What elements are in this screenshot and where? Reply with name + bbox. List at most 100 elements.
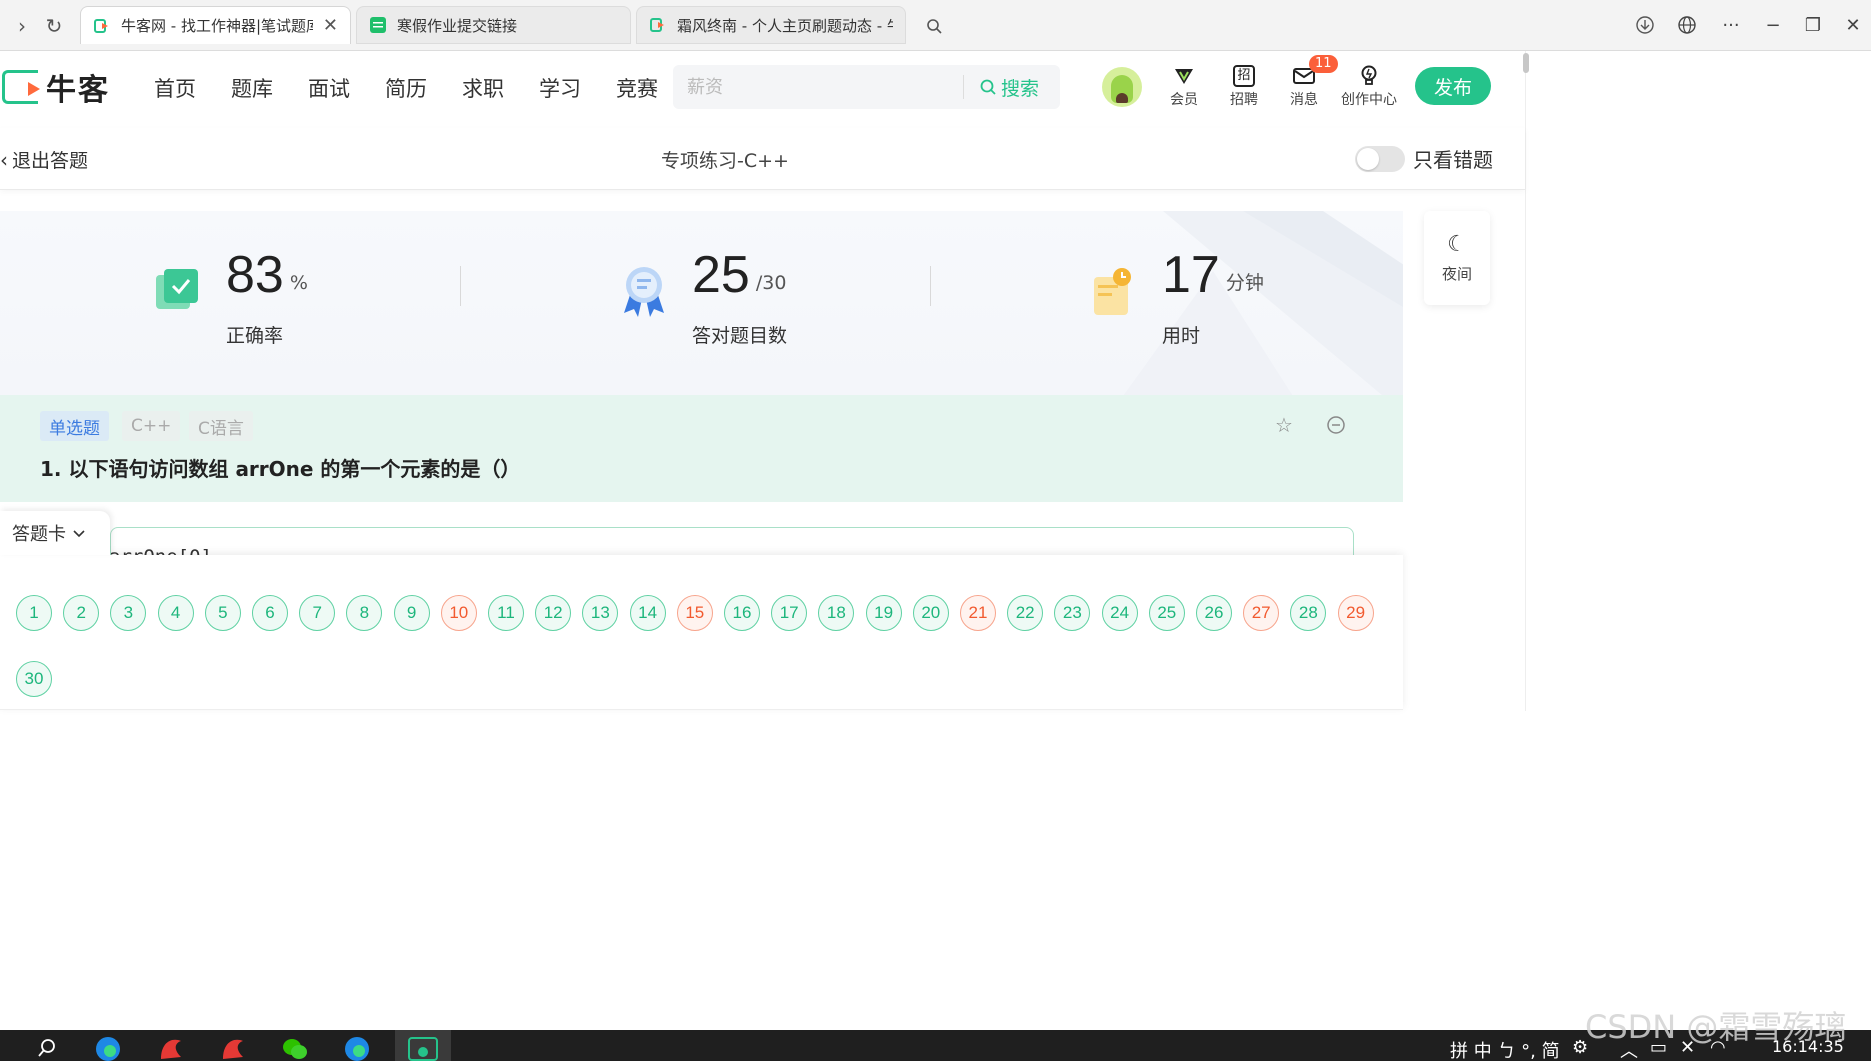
app-red-icon-2[interactable] (218, 1035, 248, 1061)
nav-jobs[interactable]: 求职 (462, 73, 504, 103)
nowcoder-logo[interactable]: 牛客 (2, 65, 110, 109)
answer-card-item[interactable]: 9 (393, 595, 430, 631)
tag-c-language[interactable]: C语言 (189, 411, 253, 441)
answer-card-item[interactable]: 5 (204, 595, 241, 631)
tab-nowcoder[interactable]: 牛客网 - 找工作神器|笔试题库 ✕ (80, 6, 351, 44)
app-red-icon[interactable] (156, 1035, 186, 1061)
answer-card-item[interactable]: 1 (16, 595, 52, 631)
nav-learn[interactable]: 学习 (539, 73, 581, 103)
accuracy-unit: % (289, 272, 308, 294)
forward-icon[interactable]: › (8, 12, 36, 40)
wrong-only-toggle[interactable] (1355, 145, 1405, 172)
taskbar-active-app[interactable] (395, 1030, 451, 1061)
answer-card-item[interactable]: 3 (110, 595, 147, 631)
logo-mark-icon (2, 70, 40, 104)
nav-interview[interactable]: 面试 (308, 73, 350, 103)
nav-home[interactable]: 首页 (154, 73, 196, 103)
input-method-tray[interactable]: 拼 中 ㄅ °, 简 (1450, 1037, 1560, 1061)
accuracy-value: 83 (226, 246, 284, 304)
answer-card-toggle[interactable]: 答题卡 (0, 511, 110, 555)
stat-divider (460, 266, 461, 306)
answer-card-item[interactable]: 18 (818, 595, 855, 631)
answer-card-item[interactable]: 16 (724, 595, 760, 631)
message-button[interactable]: 11 消息 (1274, 55, 1338, 109)
chevron-down-icon (72, 523, 86, 544)
close-window-icon[interactable]: ✕ (1836, 10, 1870, 40)
publish-button[interactable]: 发布 (1415, 67, 1491, 105)
close-tab-icon[interactable]: ✕ (323, 15, 338, 36)
nav-contest[interactable]: 竞赛 (616, 73, 658, 103)
tab-title: 牛客网 - 找工作神器|笔试题库 (121, 17, 313, 35)
edge-browser-icon-2[interactable] (342, 1035, 372, 1061)
search-input[interactable] (687, 65, 967, 109)
nav-question-bank[interactable]: 题库 (231, 73, 273, 103)
answer-card-item[interactable]: 15 (676, 595, 713, 631)
answer-card-item[interactable]: 11 (488, 595, 524, 631)
answer-card-item[interactable]: 10 (440, 595, 477, 631)
answer-card-item[interactable]: 6 (252, 595, 288, 631)
taskbar-search-icon[interactable] (32, 1035, 62, 1061)
search-divider (963, 75, 964, 99)
answer-card-item[interactable]: 26 (1196, 595, 1232, 631)
tag-cpp[interactable]: C++ (122, 411, 181, 441)
answer-card-item[interactable]: 14 (629, 595, 666, 631)
answer-card-item[interactable]: 17 (771, 595, 808, 631)
wrong-only-toggle-wrap: 只看错题 (1355, 144, 1493, 173)
answer-card-item[interactable]: 13 (582, 595, 619, 631)
answer-card-item[interactable]: 29 (1337, 595, 1374, 631)
favorite-star-icon[interactable]: ☆ (1271, 412, 1297, 438)
answer-card-item[interactable]: 12 (535, 595, 572, 631)
answer-card-item[interactable]: 28 (1290, 595, 1327, 631)
answer-card-item[interactable]: 21 (960, 595, 996, 631)
answer-card-item[interactable]: 23 (1054, 595, 1091, 631)
wechat-icon[interactable] (280, 1035, 310, 1061)
answer-card-item[interactable]: 2 (63, 595, 100, 631)
answer-card-item[interactable]: 7 (299, 595, 336, 631)
answer-card-panel: 1 2 3 4 5 6 7 8 9 10 11 12 13 14 15 16 17 18 19 20 21 22 23 24 2… (0, 555, 1403, 710)
answer-card-item[interactable]: 25 (1148, 595, 1185, 631)
recruit-icon: 招 (1233, 63, 1255, 89)
minimize-icon[interactable]: − (1756, 10, 1790, 40)
avatar[interactable] (1102, 67, 1142, 107)
tab-homework[interactable]: 寒假作业提交链接 (356, 6, 631, 44)
answer-card-item[interactable]: 24 (1101, 595, 1138, 631)
answer-card-item[interactable]: 27 (1243, 595, 1280, 631)
site-header: 牛客 首页 题库 面试 简历 求职 学习 竞赛 搜索 会员 招 招聘 (0, 51, 1525, 121)
more-icon[interactable]: ··· (1714, 10, 1748, 40)
wrong-only-label: 只看错题 (1413, 148, 1493, 172)
search-button-label: 搜索 (1001, 77, 1040, 100)
scrollbar-thumb[interactable] (1523, 53, 1529, 73)
night-mode-button[interactable]: ☾ 夜间 (1424, 211, 1490, 305)
refresh-icon[interactable]: ↻ (40, 12, 68, 40)
recruit-button[interactable]: 招 招聘 (1214, 63, 1274, 109)
time-used-unit: 分钟 (1225, 272, 1264, 294)
stat-accuracy: 83 % 正确率 (154, 247, 308, 348)
edge-browser-icon[interactable] (93, 1035, 123, 1061)
answer-card-item[interactable]: 19 (865, 595, 902, 631)
recruit-glyph: 招 (1233, 65, 1255, 87)
answer-card-item[interactable]: 20 (912, 595, 949, 631)
vip-button[interactable]: 会员 (1154, 63, 1214, 109)
answer-card-item[interactable]: 8 (346, 595, 383, 631)
csdn-watermark: CSDN @霜雪殇璃 (1585, 1008, 1847, 1046)
creator-center-button[interactable]: 创作中心 (1334, 63, 1404, 109)
nowcoder-favicon-icon (93, 17, 111, 35)
answer-card-item[interactable]: 4 (157, 595, 194, 631)
nav-resume[interactable]: 简历 (385, 73, 427, 103)
stat-correct-count: 25 /30 答对题目数 (620, 247, 787, 348)
main-nav: 首页 题库 面试 简历 求职 学习 竞赛 (154, 73, 693, 103)
globe-icon[interactable] (1670, 10, 1704, 40)
practice-title: 专项练习-C++ (661, 150, 789, 172)
search-icon (979, 78, 997, 96)
download-icon[interactable] (1628, 10, 1662, 40)
search-button[interactable]: 搜索 (979, 65, 1039, 109)
sheet-favicon-icon (369, 16, 387, 34)
browser-toolbar: › ↻ 牛客网 - 找工作神器|笔试题库 ✕ 寒假作业提交链接 霜风终南 - 个… (0, 0, 1871, 51)
remove-circle-icon[interactable] (1323, 412, 1349, 438)
answer-card-item[interactable]: 30 (16, 661, 52, 697)
result-stats-panel: 83 % 正确率 25 /30 答对题目数 17 分钟 用时 (0, 211, 1403, 396)
tab-profile[interactable]: 霜风终南 - 个人主页刷题动态 - 牛 (636, 6, 906, 44)
answer-card-item[interactable]: 22 (1007, 595, 1044, 631)
restore-icon[interactable]: ❐ (1796, 10, 1830, 40)
tab-search-icon[interactable] (920, 12, 948, 40)
